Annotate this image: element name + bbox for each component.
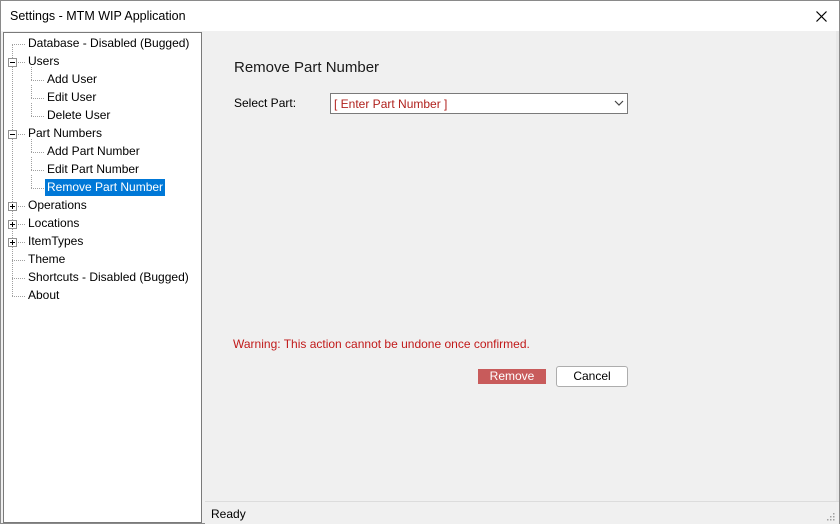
- title-bar: Settings - MTM WIP Application: [1, 1, 839, 31]
- tree-item-theme[interactable]: Theme: [26, 251, 67, 268]
- resize-grip-icon[interactable]: [825, 511, 835, 521]
- tree-connector-line: [31, 175, 32, 188]
- plus-box-icon[interactable]: [8, 238, 17, 247]
- tree-connector-line: [12, 44, 13, 296]
- part-number-select-value: [ Enter Part Number ]: [334, 97, 448, 111]
- tree-connector-line: [31, 116, 44, 117]
- page-title: Remove Part Number: [234, 59, 380, 76]
- tree-connector-line: [31, 152, 44, 153]
- status-bar: Ready: [205, 501, 839, 524]
- settings-tree[interactable]: Database - Disabled (Bugged) Users Add Use…: [3, 32, 202, 523]
- tree-connector-line: [12, 44, 25, 45]
- tree-item-edit-user[interactable]: Edit User: [45, 89, 98, 106]
- chevron-down-icon: [614, 100, 624, 106]
- tree-connector-line: [31, 67, 32, 80]
- tree-item-database-disabled-bugged[interactable]: Database - Disabled (Bugged): [26, 35, 191, 52]
- tree-connector-line: [31, 139, 32, 152]
- part-number-select[interactable]: [ Enter Part Number ]: [330, 93, 628, 114]
- window-title: Settings - MTM WIP Application: [10, 9, 186, 23]
- main-panel: Remove Part Number Select Part: [ Enter …: [203, 32, 839, 500]
- tree-item-itemtypes[interactable]: ItemTypes: [26, 233, 85, 250]
- plus-box-icon[interactable]: [8, 220, 17, 229]
- tree-item-add-part-number[interactable]: Add Part Number: [45, 143, 142, 160]
- minus-box-icon[interactable]: [8, 130, 17, 139]
- select-part-label: Select Part:: [234, 96, 297, 110]
- tree-connector-line: [31, 170, 44, 171]
- plus-box-icon[interactable]: [8, 202, 17, 211]
- tree-connector-line: [31, 188, 44, 189]
- tree-item-about[interactable]: About: [26, 287, 61, 304]
- close-button[interactable]: [803, 1, 839, 31]
- tree-item-delete-user[interactable]: Delete User: [45, 107, 112, 124]
- tree-item-shortcuts-disabled-bugged[interactable]: Shortcuts - Disabled (Bugged): [26, 269, 191, 286]
- minus-box-icon[interactable]: [8, 58, 17, 67]
- tree-item-part-numbers[interactable]: Part Numbers: [26, 125, 104, 142]
- tree-connector-line: [31, 103, 32, 116]
- tree-connector-line: [31, 80, 44, 81]
- tree-item-add-user[interactable]: Add User: [45, 71, 99, 88]
- tree-item-edit-part-number[interactable]: Edit Part Number: [45, 161, 141, 178]
- tree-connector-line: [12, 260, 25, 261]
- tree-item-operations[interactable]: Operations: [26, 197, 89, 214]
- close-icon: [815, 10, 827, 22]
- tree-connector-line: [12, 296, 25, 297]
- tree-item-locations[interactable]: Locations: [26, 215, 81, 232]
- tree-item-remove-part-number[interactable]: Remove Part Number: [45, 179, 166, 196]
- tree-connector-line: [12, 278, 25, 279]
- status-text: Ready: [211, 507, 246, 521]
- cancel-button[interactable]: Cancel: [556, 366, 628, 387]
- tree-connector-line: [31, 98, 44, 99]
- settings-window: Settings - MTM WIP Application Database …: [0, 0, 840, 524]
- window-edge: [836, 31, 839, 501]
- warning-message: Warning: This action cannot be undone on…: [233, 337, 530, 351]
- remove-button[interactable]: Remove: [478, 369, 546, 384]
- tree-connector-line: [31, 85, 32, 98]
- tree-connector-line: [31, 157, 32, 170]
